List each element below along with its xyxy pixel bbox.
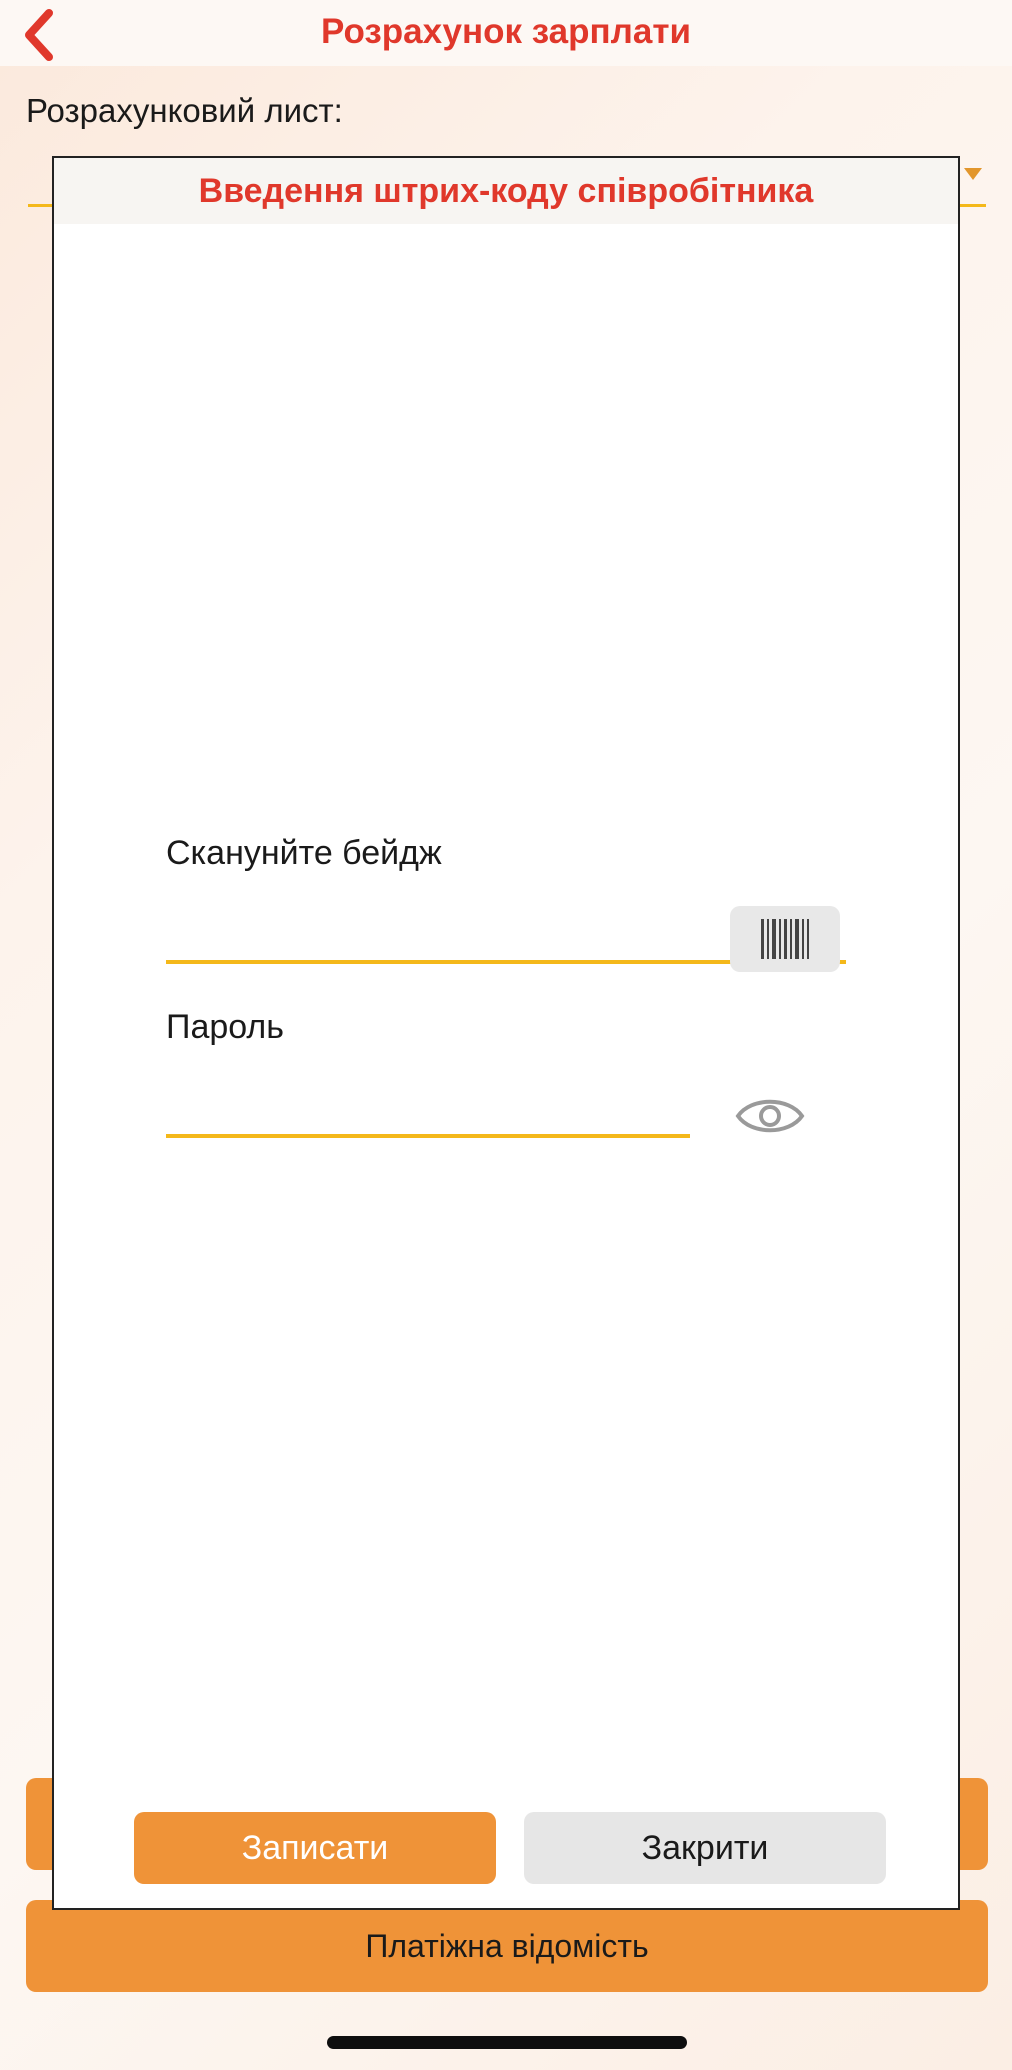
top-bar: Розрахунок зарплати	[0, 0, 1012, 66]
payslip-label: Розрахунковий лист:	[26, 92, 343, 129]
dialog-title: Введення штрих-коду співробітника	[198, 171, 814, 210]
payroll-statement-label: Платіжна відомість	[365, 1927, 649, 1964]
password-input[interactable]	[166, 1078, 690, 1138]
dropdown-arrow-icon	[964, 168, 982, 180]
payroll-statement-button[interactable]: Платіжна відомість	[26, 1900, 988, 1992]
close-button[interactable]: Закрити	[524, 1812, 886, 1884]
scan-barcode-button[interactable]	[730, 906, 840, 972]
show-password-button[interactable]	[732, 1088, 808, 1144]
password-label: Пароль	[166, 1008, 284, 1046]
home-indicator	[327, 2036, 687, 2049]
save-button[interactable]: Записати	[134, 1812, 496, 1884]
dialog-header: Введення штрих-коду співробітника	[54, 158, 958, 224]
save-button-label: Записати	[241, 1828, 389, 1867]
badge-label: Сканунйте бейдж	[166, 834, 442, 872]
barcode-icon	[761, 919, 809, 959]
page-title: Розрахунок зарплати	[320, 12, 692, 51]
employee-barcode-dialog: Введення штрих-коду співробітника Сканун…	[52, 156, 960, 1910]
close-button-label: Закрити	[641, 1828, 769, 1867]
eye-icon	[735, 1099, 805, 1133]
